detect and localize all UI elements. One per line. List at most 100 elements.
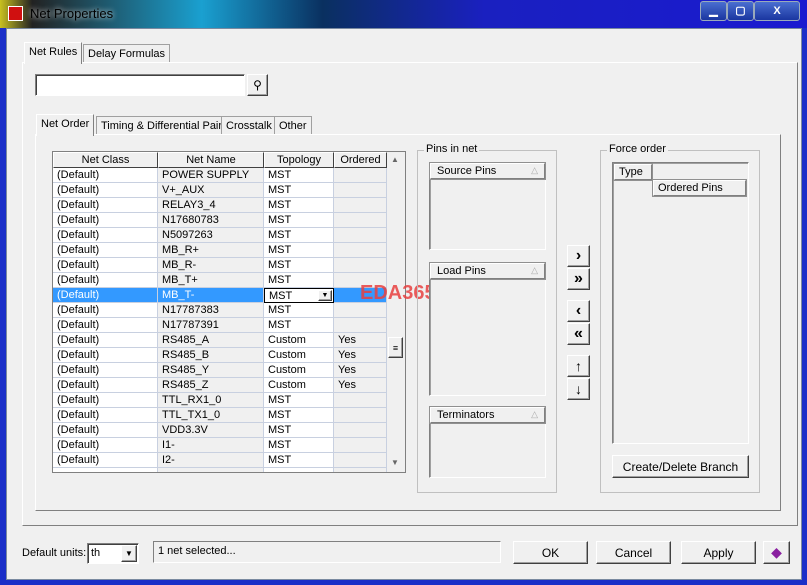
units-select[interactable]: th ▼: [87, 543, 139, 564]
table-row[interactable]: (Default) RELAY3_4 MST: [53, 198, 387, 213]
cell-net-name[interactable]: N17787383: [158, 303, 264, 318]
column-header-ordered[interactable]: Ordered: [334, 152, 387, 168]
cell-topology[interactable]: MST: [264, 438, 334, 453]
move-right-button[interactable]: ›: [567, 245, 590, 267]
cell-net-class[interactable]: (Default): [53, 348, 158, 363]
cell-topology[interactable]: Custom: [264, 333, 334, 348]
cell-net-name[interactable]: [158, 468, 264, 472]
source-pins-list[interactable]: Source Pins △: [429, 162, 546, 250]
cell-ordered[interactable]: [334, 183, 387, 198]
cell-topology[interactable]: Custom: [264, 363, 334, 378]
table-row[interactable]: (Default) RS485_A Custom Yes: [53, 333, 387, 348]
source-pins-header[interactable]: Source Pins △: [430, 163, 545, 179]
cell-net-class[interactable]: (Default): [53, 333, 158, 348]
cell-net-name[interactable]: POWER SUPPLY: [158, 168, 264, 183]
tab-delay-formulas[interactable]: Delay Formulas: [83, 44, 171, 64]
cell-ordered[interactable]: Yes: [334, 333, 387, 348]
cell-ordered[interactable]: [334, 468, 387, 472]
cell-topology[interactable]: Custom: [264, 348, 334, 363]
tab-net-rules[interactable]: Net Rules: [24, 42, 83, 64]
terminators-header[interactable]: Terminators △: [430, 407, 545, 423]
minimize-button[interactable]: ▁: [700, 1, 727, 21]
table-row[interactable]: (Default) VDD3.3V MST: [53, 423, 387, 438]
move-up-button[interactable]: ↑: [567, 355, 590, 377]
cell-net-name[interactable]: MB_T+: [158, 273, 264, 288]
maximize-button[interactable]: ▢: [727, 1, 754, 21]
column-header-topology[interactable]: Topology: [264, 152, 334, 168]
net-grid[interactable]: Net Class Net Name Topology Ordered (Defaul…: [52, 151, 406, 473]
cell-ordered[interactable]: [334, 258, 387, 273]
scroll-thumb[interactable]: ≡: [388, 337, 403, 358]
cell-net-class[interactable]: (Default): [53, 318, 158, 333]
move-all-right-button[interactable]: »: [567, 268, 590, 290]
cell-topology[interactable]: MST: [264, 453, 334, 468]
cell-net-name[interactable]: MB_T-: [158, 288, 264, 303]
move-all-left-button[interactable]: «: [567, 323, 590, 345]
find-button[interactable]: ⚲: [247, 74, 268, 96]
cell-net-class[interactable]: (Default): [53, 423, 158, 438]
cell-net-name[interactable]: VDD3.3V: [158, 423, 264, 438]
cell-ordered[interactable]: [334, 438, 387, 453]
table-row[interactable]: (Default) MB_T+ MST: [53, 273, 387, 288]
cell-net-class[interactable]: (Default): [53, 453, 158, 468]
cell-net-class[interactable]: (Default): [53, 303, 158, 318]
cancel-button[interactable]: Cancel: [596, 541, 671, 564]
cell-ordered[interactable]: [334, 243, 387, 258]
cell-net-class[interactable]: (Default): [53, 438, 158, 453]
move-left-button[interactable]: ‹: [567, 300, 590, 322]
table-row[interactable]: (Default) RS485_B Custom Yes: [53, 348, 387, 363]
cell-topology[interactable]: MST: [264, 423, 334, 438]
table-row-partial[interactable]: [53, 468, 387, 472]
cell-net-class[interactable]: [53, 468, 158, 472]
cell-net-name[interactable]: N17680783: [158, 213, 264, 228]
cell-net-name[interactable]: I2-: [158, 453, 264, 468]
cell-ordered[interactable]: [334, 393, 387, 408]
cell-net-class[interactable]: (Default): [53, 168, 158, 183]
cell-net-class[interactable]: (Default): [53, 243, 158, 258]
cell-topology[interactable]: MST: [264, 393, 334, 408]
cell-net-name[interactable]: RS485_Y: [158, 363, 264, 378]
table-row[interactable]: (Default) POWER SUPPLY MST: [53, 168, 387, 183]
table-row[interactable]: (Default) RS485_Z Custom Yes: [53, 378, 387, 393]
cell-ordered[interactable]: [334, 408, 387, 423]
cell-topology[interactable]: MST: [264, 243, 334, 258]
ordered-pins-list[interactable]: Type Ordered Pins: [612, 162, 749, 444]
table-row[interactable]: (Default) V+_AUX MST: [53, 183, 387, 198]
cell-net-class[interactable]: (Default): [53, 393, 158, 408]
cell-net-name[interactable]: RS485_Z: [158, 378, 264, 393]
cell-topology[interactable]: Custom: [264, 378, 334, 393]
cell-topology[interactable]: MST: [264, 303, 334, 318]
table-row[interactable]: (Default) TTL_TX1_0 MST: [53, 408, 387, 423]
cell-net-class[interactable]: (Default): [53, 288, 158, 303]
cell-ordered[interactable]: [334, 198, 387, 213]
cell-ordered[interactable]: [334, 213, 387, 228]
cell-ordered[interactable]: [334, 318, 387, 333]
cell-net-class[interactable]: (Default): [53, 198, 158, 213]
cell-ordered[interactable]: Yes: [334, 378, 387, 393]
ordered-pins-column-header[interactable]: Ordered Pins: [653, 180, 746, 196]
grid-scrollbar[interactable]: ▲ ≡ ▼: [387, 152, 405, 472]
cell-topology[interactable]: [264, 468, 334, 472]
cell-net-name[interactable]: N5097263: [158, 228, 264, 243]
cell-ordered[interactable]: [334, 168, 387, 183]
cell-net-class[interactable]: (Default): [53, 213, 158, 228]
apply-button[interactable]: Apply: [681, 541, 756, 564]
create-delete-branch-button[interactable]: Create/Delete Branch: [612, 455, 749, 478]
cell-topology[interactable]: MST ▼: [264, 288, 334, 303]
table-row[interactable]: (Default) MB_R- MST: [53, 258, 387, 273]
cell-ordered[interactable]: [334, 303, 387, 318]
search-input[interactable]: [35, 74, 245, 96]
load-pins-list[interactable]: Load Pins △: [429, 262, 546, 396]
ok-button[interactable]: OK: [513, 541, 588, 564]
cell-net-name[interactable]: TTL_TX1_0: [158, 408, 264, 423]
cell-ordered[interactable]: [334, 423, 387, 438]
table-row[interactable]: (Default) N17680783 MST: [53, 213, 387, 228]
load-pins-header[interactable]: Load Pins △: [430, 263, 545, 279]
move-down-button[interactable]: ↓: [567, 378, 590, 400]
cell-net-class[interactable]: (Default): [53, 378, 158, 393]
close-button[interactable]: X: [754, 1, 800, 21]
cell-topology[interactable]: MST: [264, 408, 334, 423]
cell-net-name[interactable]: MB_R-: [158, 258, 264, 273]
cell-net-name[interactable]: N17787391: [158, 318, 264, 333]
cell-topology[interactable]: MST: [264, 198, 334, 213]
